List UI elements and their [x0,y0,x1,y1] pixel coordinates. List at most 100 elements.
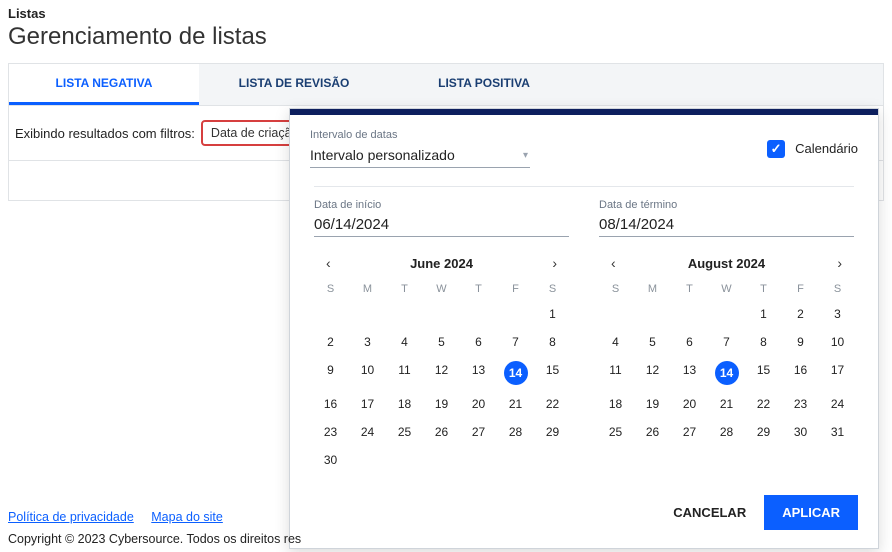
calendar-day[interactable]: 4 [599,333,632,351]
calendar-day[interactable]: 14 [715,361,739,385]
calendar-day[interactable]: 11 [388,361,421,385]
calendar-day[interactable]: 7 [710,333,743,351]
calendar-day[interactable]: 2 [314,333,347,351]
calendar-day[interactable]: 18 [388,395,421,413]
calendar-day[interactable]: 27 [673,423,706,441]
calendar-day[interactable]: 21 [710,395,743,413]
calendar-day[interactable]: 23 [314,423,347,441]
calendar-day[interactable]: 30 [314,451,347,469]
calendar-day[interactable]: 24 [351,423,384,441]
apply-button[interactable]: APLICAR [764,495,858,530]
calendar-day[interactable]: 30 [784,423,817,441]
day-of-week-header: S [599,283,632,295]
calendar-day[interactable]: 26 [425,423,458,441]
calendar-day[interactable]: 6 [462,333,495,351]
day-of-week-header: S [536,283,569,295]
next-month-end-icon[interactable]: › [831,253,848,273]
calendar-day[interactable]: 25 [599,423,632,441]
calendar-day[interactable]: 18 [599,395,632,413]
calendar-day[interactable]: 27 [462,423,495,441]
date-range-popover: Intervalo de datas Intervalo personaliza… [289,108,879,549]
interval-label: Intervalo de datas [310,129,530,141]
end-date-input[interactable]: 08/14/2024 [599,213,854,237]
calendar-day[interactable]: 29 [536,423,569,441]
calendar-day[interactable]: 19 [636,395,669,413]
calendar-day[interactable]: 1 [536,305,569,323]
day-of-week-header: F [499,283,532,295]
calendar-day[interactable]: 16 [784,361,817,385]
start-date-input[interactable]: 06/14/2024 [314,213,569,237]
calendar-day[interactable]: 16 [314,395,347,413]
calendar-day[interactable]: 25 [388,423,421,441]
day-of-week-header: W [425,283,458,295]
calendar-day[interactable]: 2 [784,305,817,323]
calendar-checkbox-label: Calendário [795,141,858,156]
calendar-day[interactable]: 3 [821,305,854,323]
calendar-day[interactable]: 9 [314,361,347,385]
tabs: LISTA NEGATIVA LISTA DE REVISÃO LISTA PO… [8,63,884,106]
sitemap-link[interactable]: Mapa do site [151,510,223,524]
calendar-day[interactable]: 15 [536,361,569,385]
calendar-day[interactable]: 4 [388,333,421,351]
calendar-day[interactable]: 14 [504,361,528,385]
tab-negative[interactable]: LISTA NEGATIVA [9,64,199,105]
calendar-day[interactable]: 11 [599,361,632,385]
calendar-day[interactable]: 24 [821,395,854,413]
start-date-label: Data de início [314,199,569,211]
calendar-day[interactable]: 5 [636,333,669,351]
privacy-link[interactable]: Política de privacidade [8,510,134,524]
day-of-week-header: T [388,283,421,295]
calendar-checkbox[interactable]: ✓ [767,140,785,158]
calendar-grid-start: SMTWTFS123456789101112131415161718192021… [314,283,569,469]
calendar-day[interactable]: 13 [462,361,495,385]
calendar-day[interactable]: 31 [821,423,854,441]
breadcrumb: Listas [8,6,884,21]
interval-value: Intervalo personalizado [310,147,455,163]
prev-month-end-icon[interactable]: ‹ [605,253,622,273]
calendar-day[interactable]: 10 [821,333,854,351]
calendar-grid-end: SMTWTFS123456789101112131415161718192021… [599,283,854,441]
calendar-day[interactable]: 9 [784,333,817,351]
calendar-day[interactable]: 7 [499,333,532,351]
calendar-day[interactable]: 22 [536,395,569,413]
calendar-day[interactable]: 3 [351,333,384,351]
calendar-day[interactable]: 17 [351,395,384,413]
calendar-day[interactable]: 8 [536,333,569,351]
calendar-day[interactable]: 23 [784,395,817,413]
calendar-day[interactable]: 21 [499,395,532,413]
calendar-day[interactable]: 20 [462,395,495,413]
day-of-week-header: W [710,283,743,295]
calendar-day[interactable]: 17 [821,361,854,385]
next-month-start-icon[interactable]: › [546,253,563,273]
calendar-start: Data de início 06/14/2024 ‹ June 2024 › … [314,199,569,469]
calendar-day[interactable]: 1 [747,305,780,323]
tab-positive[interactable]: LISTA POSITIVA [389,64,579,105]
calendar-day[interactable]: 15 [747,361,780,385]
calendar-day[interactable]: 6 [673,333,706,351]
chevron-down-icon: ▾ [523,150,528,161]
calendar-day[interactable]: 29 [747,423,780,441]
calendar-day[interactable]: 26 [636,423,669,441]
calendar-day[interactable]: 28 [710,423,743,441]
prev-month-start-icon[interactable]: ‹ [320,253,337,273]
filter-label: Exibindo resultados com filtros: [15,126,195,141]
calendar-day[interactable]: 20 [673,395,706,413]
calendar-day[interactable]: 12 [425,361,458,385]
calendar-day[interactable]: 28 [499,423,532,441]
tab-review[interactable]: LISTA DE REVISÃO [199,64,389,105]
calendar-day[interactable]: 12 [636,361,669,385]
cancel-button[interactable]: CANCELAR [673,505,746,520]
calendar-day[interactable]: 10 [351,361,384,385]
calendar-day[interactable]: 19 [425,395,458,413]
calendar-day[interactable]: 8 [747,333,780,351]
calendar-day[interactable]: 13 [673,361,706,385]
calendar-day[interactable]: 22 [747,395,780,413]
footer: Política de privacidade Mapa do site Cop… [8,510,301,546]
calendar-end: Data de término 08/14/2024 ‹ August 2024… [599,199,854,469]
day-of-week-header: T [747,283,780,295]
page-title: Gerenciamento de listas [8,23,884,51]
calendar-day[interactable]: 5 [425,333,458,351]
day-of-week-header: S [314,283,347,295]
copyright-text: Copyright © 2023 Cybersource. Todos os d… [8,532,301,546]
interval-select[interactable]: Intervalo personalizado ▾ [310,143,530,168]
